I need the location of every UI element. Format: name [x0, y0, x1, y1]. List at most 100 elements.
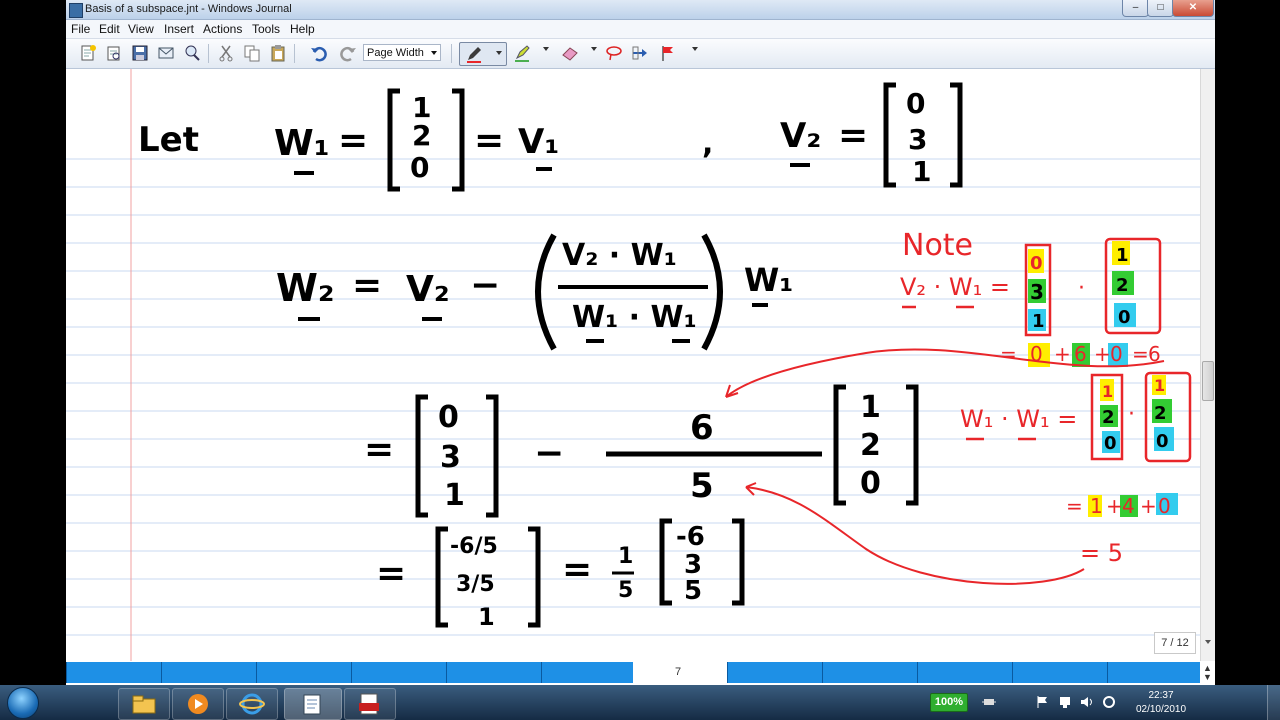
save-icon[interactable] [130, 43, 150, 63]
open-icon[interactable] [104, 43, 124, 63]
start-button[interactable] [2, 685, 44, 720]
minimize-button[interactable]: – [1122, 0, 1149, 17]
new-note-icon[interactable] [78, 43, 98, 63]
battery-indicator[interactable]: 100% [930, 693, 968, 712]
vec-v2-entry: 1 [912, 155, 931, 188]
menu-insert[interactable]: Insert [164, 22, 194, 36]
page-tab[interactable] [256, 662, 351, 683]
ink-minus: − [534, 433, 564, 474]
zoom-select[interactable]: Page Width [363, 44, 441, 61]
sum-token: = [1066, 494, 1083, 518]
insert-space-icon[interactable] [630, 43, 650, 63]
redo-icon[interactable] [338, 43, 358, 63]
lasso-icon[interactable] [604, 43, 624, 63]
menu-help[interactable]: Help [290, 22, 315, 36]
journal-window: Basis of a subspace.jnt - Windows Journa… [66, 0, 1215, 685]
bracket-right [950, 82, 963, 188]
action-center-flag-icon[interactable] [1036, 695, 1050, 709]
chevron-down-icon[interactable] [692, 47, 698, 51]
note-vec-entry: 0 [1030, 253, 1043, 274]
vec-entry: 3/5 [456, 572, 495, 597]
vec-entry: -6/5 [450, 534, 498, 559]
menu-actions[interactable]: Actions [203, 22, 242, 36]
ink-line-3: = 0 3 1 − 6 5 1 2 0 [364, 384, 919, 518]
window-title: Basis of a subspace.jnt - Windows Journa… [85, 3, 292, 15]
note-canvas[interactable]: Let W₁ = 1 2 0 = V₁ , V₂ = 0 3 1 W₂ = V₂… [66, 69, 1200, 661]
ink-equals: = [364, 429, 394, 470]
paren-left [535, 233, 557, 351]
note-page[interactable]: Let W₁ = 1 2 0 = V₁ , V₂ = 0 3 1 W₂ = V₂… [66, 69, 1200, 661]
toolbar: Page Width [66, 39, 1215, 69]
menu-file[interactable]: File [71, 22, 90, 36]
volume-icon[interactable] [1080, 695, 1094, 709]
vec-entry: 3 [440, 440, 461, 475]
page-tab[interactable] [541, 662, 633, 683]
note-vec-entry: 0 [1156, 431, 1169, 452]
page-tab[interactable] [1012, 662, 1107, 683]
note-dot1-left: V₂ · W₁ = [900, 273, 1010, 301]
note-dot: · [1128, 402, 1135, 427]
ink-denominator: 5 [690, 466, 714, 506]
pdf-icon[interactable] [344, 688, 396, 720]
scroll-down-arrow-icon[interactable] [1205, 640, 1211, 644]
bracket-left [387, 88, 400, 192]
note-vec-entry: 2 [1154, 403, 1167, 424]
ink-line-1: Let W₁ = 1 2 0 = V₁ , V₂ = 0 3 1 [138, 82, 963, 192]
ink-equals: = [474, 120, 504, 161]
page-down-icon[interactable]: ▼ [1203, 672, 1212, 682]
network-icon[interactable] [1058, 695, 1072, 709]
menu-tools[interactable]: Tools [252, 22, 280, 36]
vec-w1-entry: 0 [410, 151, 429, 184]
ink-line-4: = -6/5 3/5 1 = 1 5 -6 3 5 [376, 518, 745, 631]
eraser-icon[interactable] [560, 43, 580, 63]
windows-journal-icon[interactable] [284, 688, 342, 720]
internet-explorer-icon[interactable] [226, 688, 278, 720]
send-icon[interactable] [156, 43, 176, 63]
sum-token: 0 [1158, 494, 1171, 518]
chevron-down-icon[interactable] [591, 47, 597, 51]
menu-edit[interactable]: Edit [99, 22, 120, 36]
ink-equals: = [562, 549, 592, 590]
sync-icon[interactable] [1102, 695, 1116, 709]
page-tab[interactable] [917, 662, 1012, 683]
vec-v2-entry: 0 [906, 87, 925, 120]
undo-icon[interactable] [309, 43, 329, 63]
paste-icon[interactable] [268, 43, 288, 63]
maximize-button[interactable]: □ [1147, 0, 1174, 17]
highlighter-icon[interactable] [512, 43, 532, 63]
vec-entry: 0 [860, 466, 881, 501]
page-tab[interactable] [822, 662, 917, 683]
media-player-icon[interactable] [172, 688, 224, 720]
scrollbar-thumb[interactable] [1202, 361, 1214, 401]
show-desktop-button[interactable] [1267, 685, 1280, 720]
find-icon[interactable] [182, 43, 202, 63]
clock-time: 22:37 [1148, 690, 1174, 701]
copy-icon[interactable] [242, 43, 262, 63]
page-tab[interactable] [446, 662, 541, 683]
page-tab[interactable] [351, 662, 446, 683]
chevron-down-icon[interactable] [496, 51, 502, 55]
page-tab[interactable] [66, 662, 161, 683]
note-vec-entry: 1 [1116, 245, 1129, 266]
note-vec-entry: 0 [1118, 307, 1131, 328]
page-tab[interactable] [1107, 662, 1200, 683]
sum-token: = [1000, 342, 1017, 366]
note-vec-entry: 1 [1102, 382, 1113, 401]
chevron-down-icon[interactable] [543, 47, 549, 51]
page-tab[interactable] [727, 662, 822, 683]
cut-icon[interactable] [216, 43, 236, 63]
flag-icon[interactable] [658, 43, 678, 63]
close-button[interactable]: ✕ [1172, 0, 1214, 17]
bracket-right [486, 394, 499, 518]
ink-frac-num: 1 [618, 544, 633, 569]
menu-view[interactable]: View [128, 22, 154, 36]
vec-v2-entry: 3 [908, 123, 927, 156]
file-explorer-icon[interactable] [118, 688, 170, 720]
power-plug-icon[interactable] [982, 695, 996, 709]
clock[interactable]: 22:37 02/10/2010 [1126, 689, 1196, 717]
page-tab[interactable] [161, 662, 256, 683]
pen-icon[interactable] [464, 44, 484, 64]
vertical-scrollbar[interactable] [1200, 69, 1215, 661]
pen-tool-box[interactable] [459, 42, 507, 66]
system-tray: 100% 22:37 02/10/2010 [928, 685, 1280, 720]
